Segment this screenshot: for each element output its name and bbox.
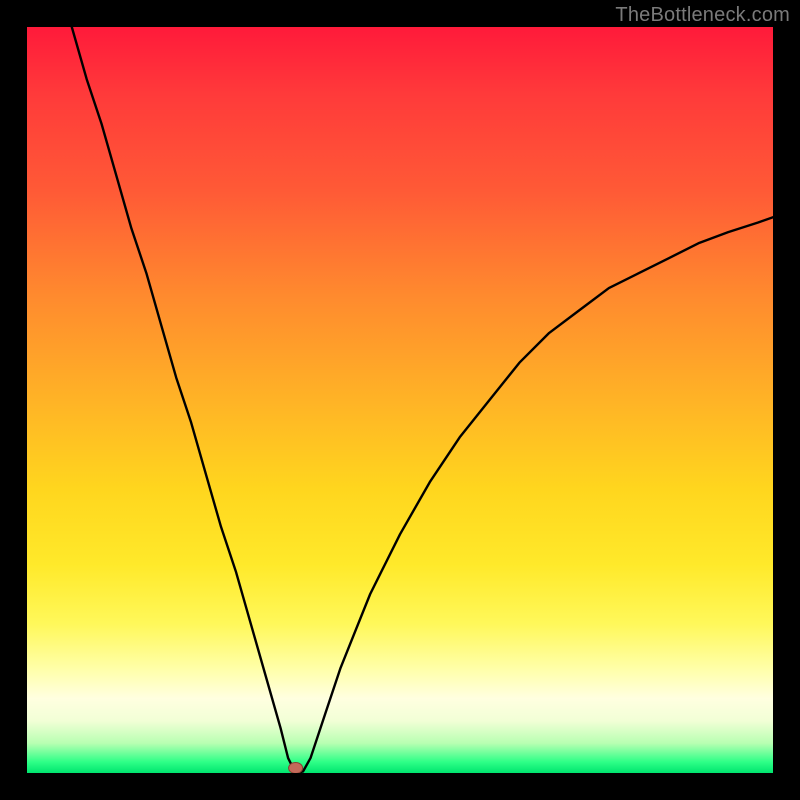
chart-frame: TheBottleneck.com bbox=[0, 0, 800, 800]
curve-path bbox=[72, 27, 773, 773]
optimum-marker bbox=[289, 763, 303, 774]
plot-area bbox=[27, 27, 773, 773]
bottleneck-curve bbox=[27, 27, 773, 773]
watermark-text: TheBottleneck.com bbox=[615, 4, 790, 27]
